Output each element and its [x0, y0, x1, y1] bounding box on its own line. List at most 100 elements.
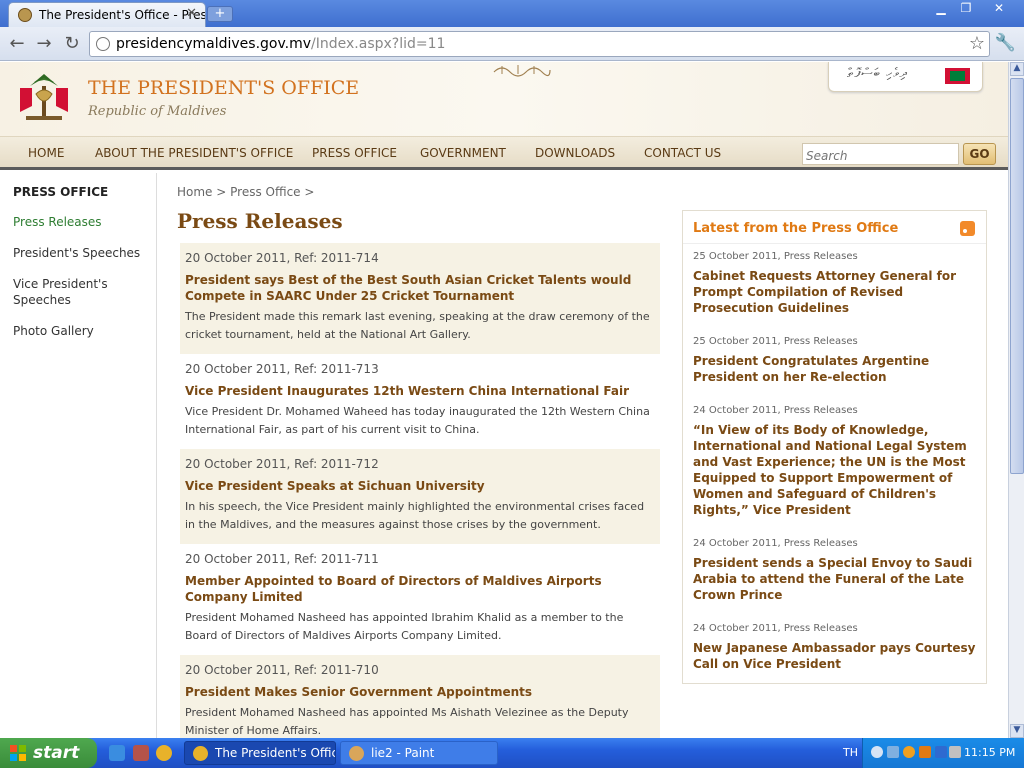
scroll-up-icon[interactable]: ▲	[1010, 62, 1024, 76]
national-emblem-icon	[20, 74, 68, 120]
latest-item-meta: 25 October 2011, Press Releases	[693, 336, 858, 347]
sidebar-item-presidents-speeches[interactable]: President's Speeches	[13, 245, 143, 261]
chrome-quicklaunch-icon[interactable]	[156, 745, 172, 761]
task-label: lie2 - Paint	[371, 746, 435, 760]
language-switch[interactable]: ދިވެހި ބަސްފޮތް	[828, 62, 983, 92]
ie-quicklaunch-icon[interactable]	[109, 745, 125, 761]
tab-title: The President's Office - Press I	[39, 8, 206, 22]
page-scrollbar[interactable]: ▲ ▼	[1008, 62, 1024, 738]
restore-button[interactable]: ❐	[953, 1, 979, 17]
release-description: President Mohamed Nasheed has appointed …	[185, 611, 624, 642]
web-page: THE PRESIDENT'S OFFICE Republic of Maldi…	[0, 62, 1008, 738]
address-bar[interactable]: presidencymaldives.gov.mv/Index.aspx?lid…	[89, 31, 990, 57]
sidebar-item-vice-presidents-speeches[interactable]: Vice President's Speeches	[13, 276, 143, 308]
release-description: Vice President Dr. Mohamed Waheed has to…	[185, 405, 650, 436]
browser-window: The President's Office - Press I ✕ + ▁ ❐…	[0, 0, 1024, 738]
release-meta: 20 October 2011, Ref: 2011-713	[185, 362, 379, 376]
url-host: presidencymaldives.gov.mv	[116, 36, 312, 52]
forward-button[interactable]: →	[33, 33, 55, 55]
page-title: Press Releases	[177, 209, 343, 233]
chrome-icon	[193, 746, 208, 761]
display-icon[interactable]	[949, 746, 961, 758]
site-title[interactable]: THE PRESIDENT'S OFFICE	[88, 77, 359, 99]
calligraphy-icon	[493, 65, 551, 77]
nav-contact-us[interactable]: CONTACT US	[644, 146, 721, 160]
nav-home[interactable]: HOME	[28, 146, 64, 160]
windows-taskbar: start The President's Offic... lie2 - Pa…	[0, 738, 1024, 768]
site-favicon-icon	[18, 8, 32, 22]
bluetooth-icon[interactable]	[935, 746, 947, 758]
wrench-menu-icon[interactable]: 🔧	[995, 33, 1016, 53]
press-release-item: 20 October 2011, Ref: 2011-714 President…	[180, 243, 660, 354]
task-chrome[interactable]: The President's Offic...	[184, 741, 336, 765]
task-label: The President's Offic...	[215, 746, 335, 760]
rss-icon[interactable]	[960, 221, 975, 236]
release-title[interactable]: President Makes Senior Government Appoin…	[185, 684, 650, 700]
clock: 11:15 PM	[964, 746, 1016, 759]
app-tray-icon[interactable]	[919, 746, 931, 758]
latest-item-title[interactable]: President sends a Special Envoy to Saudi…	[693, 555, 983, 603]
maldives-flag-icon	[945, 68, 970, 84]
tray-expand-icon[interactable]	[871, 746, 883, 758]
antivirus-icon[interactable]	[903, 746, 915, 758]
site-subtitle: Republic of Maldives	[88, 104, 227, 119]
nav-about[interactable]: ABOUT THE PRESIDENT'S OFFICE	[95, 146, 293, 160]
sidebar: PRESS OFFICE Press Releases President's …	[0, 173, 157, 738]
press-release-item: 20 October 2011, Ref: 2011-711 Member Ap…	[180, 544, 660, 655]
release-title[interactable]: Vice President Inaugurates 12th Western …	[185, 383, 650, 399]
address-url[interactable]: presidencymaldives.gov.mv/Index.aspx?lid…	[116, 36, 445, 52]
nav-press-office[interactable]: PRESS OFFICE	[312, 146, 397, 160]
sidebar-item-photo-gallery[interactable]: Photo Gallery	[13, 323, 143, 339]
network-icon[interactable]	[887, 746, 899, 758]
main-content: Home > Press Office > Press Releases 20 …	[157, 173, 1008, 738]
latest-item-meta: 24 October 2011, Press Releases	[693, 538, 858, 549]
nav-downloads[interactable]: DOWNLOADS	[535, 146, 615, 160]
latest-press-panel: Latest from the Press Office 25 October …	[682, 210, 987, 684]
task-paint[interactable]: lie2 - Paint	[340, 741, 498, 765]
latest-item-title[interactable]: President Congratulates Argentine Presid…	[693, 353, 983, 385]
back-button[interactable]: ←	[6, 33, 28, 55]
windows-logo-icon	[10, 745, 26, 761]
search-input[interactable]	[802, 143, 959, 165]
release-meta: 20 October 2011, Ref: 2011-710	[185, 663, 379, 677]
release-title[interactable]: President says Best of the Best South As…	[185, 272, 650, 304]
browser-toolbar: ← → ↻ presidencymaldives.gov.mv/Index.as…	[0, 27, 1024, 61]
release-description: In his speech, the Vice President mainly…	[185, 500, 645, 531]
main-navigation: HOME ABOUT THE PRESIDENT'S OFFICE PRESS …	[0, 136, 1008, 170]
latest-item-title[interactable]: “In View of its Body of Knowledge, Inter…	[693, 422, 983, 518]
divider	[683, 243, 986, 244]
language-indicator[interactable]: TH	[843, 746, 858, 759]
site-header: THE PRESIDENT'S OFFICE Republic of Maldi…	[0, 62, 1008, 136]
paint-icon	[349, 746, 364, 761]
release-title[interactable]: Vice President Speaks at Sichuan Univers…	[185, 478, 650, 494]
start-button[interactable]: start	[0, 738, 97, 768]
tab-strip: The President's Office - Press I ✕ + ▁ ❐…	[0, 0, 1024, 27]
close-window-button[interactable]: ✕	[984, 1, 1014, 17]
scrollbar-thumb[interactable]	[1010, 78, 1024, 474]
new-tab-button[interactable]: +	[207, 6, 233, 22]
minimize-button[interactable]: ▁	[928, 1, 954, 17]
latest-item-title[interactable]: Cabinet Requests Attorney General for Pr…	[693, 268, 983, 316]
sidebar-heading: PRESS OFFICE	[13, 185, 109, 199]
latest-item-meta: 24 October 2011, Press Releases	[693, 623, 858, 634]
nav-government[interactable]: GOVERNMENT	[420, 146, 506, 160]
breadcrumb[interactable]: Home > Press Office >	[177, 185, 314, 199]
release-meta: 20 October 2011, Ref: 2011-711	[185, 552, 379, 566]
latest-item-title[interactable]: New Japanese Ambassador pays Courtesy Ca…	[693, 640, 983, 672]
latest-heading: Latest from the Press Office	[693, 221, 899, 236]
press-release-item: 20 October 2011, Ref: 2011-710 President…	[180, 655, 660, 738]
sidebar-item-press-releases[interactable]: Press Releases	[13, 214, 143, 230]
browser-tab[interactable]: The President's Office - Press I ✕	[8, 2, 206, 27]
release-title[interactable]: Member Appointed to Board of Directors o…	[185, 573, 650, 605]
dhivehi-link[interactable]: ދިވެހި ބަސްފޮތް	[847, 66, 908, 81]
media-quicklaunch-icon[interactable]	[133, 745, 149, 761]
press-release-item: 20 October 2011, Ref: 2011-712 Vice Pres…	[180, 449, 660, 544]
release-meta: 20 October 2011, Ref: 2011-714	[185, 251, 379, 265]
press-release-item: 20 October 2011, Ref: 2011-713 Vice Pres…	[180, 354, 660, 449]
scroll-down-icon[interactable]: ▼	[1010, 724, 1024, 738]
tab-close-icon[interactable]: ✕	[186, 6, 197, 21]
search-go-button[interactable]: GO	[963, 143, 996, 165]
latest-item-meta: 25 October 2011, Press Releases	[693, 251, 858, 262]
reload-button[interactable]: ↻	[61, 33, 83, 55]
bookmark-star-icon[interactable]: ☆	[969, 33, 985, 54]
